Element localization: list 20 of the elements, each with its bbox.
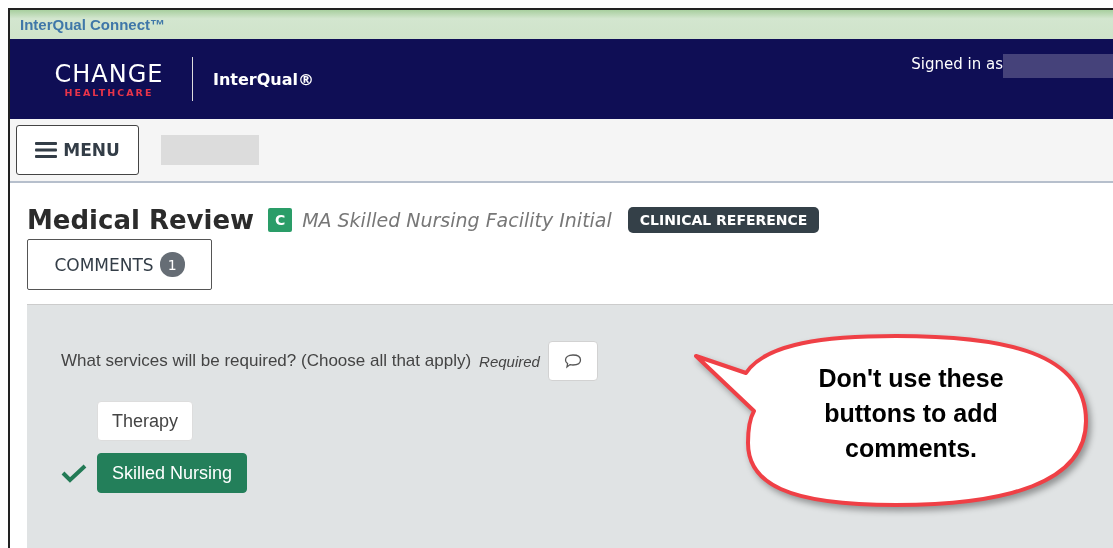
comment-count: 1 bbox=[159, 252, 185, 277]
menu-icon bbox=[35, 141, 58, 159]
product-name: InterQual® bbox=[213, 69, 314, 89]
window-title: InterQual Connect™ bbox=[20, 16, 165, 33]
callout-text: Don't use these buttons to add comments. bbox=[817, 363, 1005, 464]
page-title: Medical Review bbox=[27, 205, 255, 235]
comments-button[interactable]: COMMENTS 1 bbox=[27, 239, 212, 290]
required-label: Required bbox=[479, 352, 540, 370]
question-text: What services will be required? (Choose all that apply) bbox=[61, 351, 472, 371]
speech-bubble-icon bbox=[563, 353, 582, 369]
comment-button[interactable] bbox=[547, 341, 598, 381]
menu-button[interactable]: MENU bbox=[16, 125, 139, 175]
type-badge: C bbox=[268, 208, 293, 232]
option-button[interactable]: Therapy bbox=[97, 401, 194, 441]
clinical-reference-tag: CLINICAL REFERENCE bbox=[627, 207, 820, 233]
signed-in-label: Signed in as bbox=[911, 55, 1003, 73]
option-button[interactable]: Skilled Nursing bbox=[97, 453, 248, 493]
subset-name: MA Skilled Nursing Facility Initial bbox=[302, 209, 612, 231]
logo-subtitle: HEALTHCARE bbox=[64, 86, 154, 98]
logo-wordmark: CHANGE bbox=[54, 60, 164, 87]
